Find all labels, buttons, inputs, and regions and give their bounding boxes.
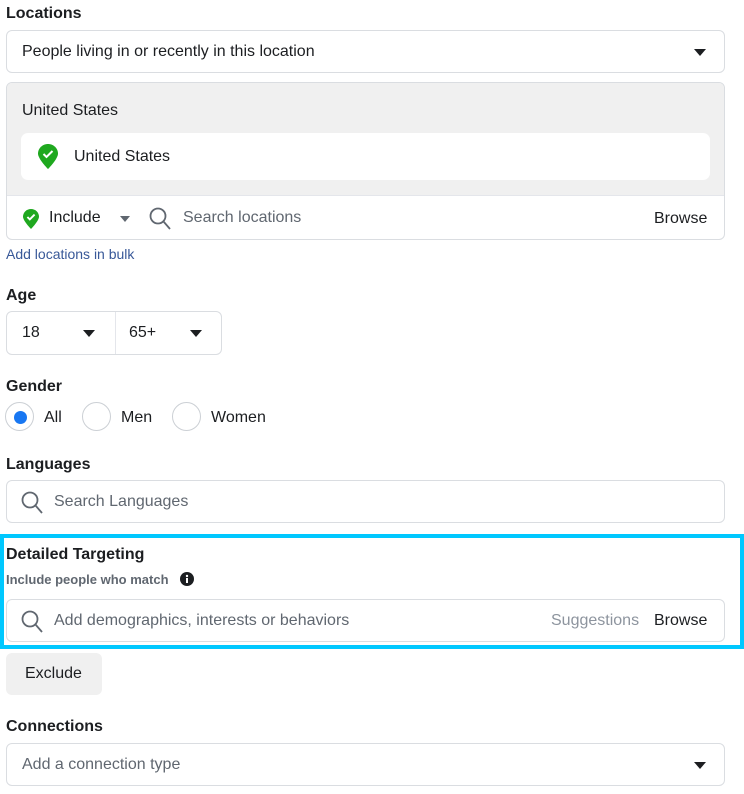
chevron-down-icon xyxy=(190,330,202,337)
gender-radio-women[interactable] xyxy=(172,402,201,431)
gender-option-women-label: Women xyxy=(211,409,266,426)
age-max-select[interactable]: 65+ xyxy=(116,312,222,354)
gender-option-all-label: All xyxy=(44,409,62,426)
detailed-targeting-search[interactable]: Add demographics, interests or behaviors… xyxy=(6,599,725,642)
chevron-down-icon xyxy=(694,762,706,769)
include-label: Include xyxy=(49,209,101,226)
chevron-down-icon xyxy=(83,330,95,337)
browse-locations-button[interactable]: Browse xyxy=(654,210,707,228)
exclude-button[interactable]: Exclude xyxy=(6,653,102,695)
age-range: 18 65+ xyxy=(6,311,222,355)
selected-location-item[interactable]: United States xyxy=(21,133,710,180)
languages-search[interactable]: Search Languages xyxy=(6,480,725,523)
chevron-down-icon xyxy=(694,49,706,56)
detailed-targeting-label: Detailed Targeting xyxy=(6,546,145,563)
location-group-title: United States xyxy=(22,102,119,119)
location-pin-check-icon xyxy=(23,209,39,229)
location-type-select[interactable]: People living in or recently in this loc… xyxy=(6,30,725,73)
connections-select[interactable]: Add a connection type xyxy=(6,743,725,786)
age-label: Age xyxy=(6,287,37,304)
detailed-targeting-input[interactable]: Add demographics, interests or behaviors xyxy=(54,612,349,630)
suggestions-button[interactable]: Suggestions xyxy=(551,612,639,630)
search-icon xyxy=(21,491,43,514)
detailed-targeting-sublabel: Include people who match xyxy=(6,572,169,587)
gender-radio-men[interactable] xyxy=(82,402,111,431)
locations-panel: United States United States Include Sear… xyxy=(6,82,725,240)
search-locations-input[interactable]: Search locations xyxy=(183,209,301,227)
connections-label: Connections xyxy=(6,718,103,735)
add-locations-bulk-link[interactable]: Add locations in bulk xyxy=(6,246,134,262)
location-type-value: People living in or recently in this loc… xyxy=(22,43,315,60)
search-icon xyxy=(21,610,43,633)
gender-option-men-label: Men xyxy=(121,409,153,426)
connections-placeholder: Add a connection type xyxy=(22,756,181,773)
gender-radio-all[interactable] xyxy=(5,402,34,431)
age-max-value: 65+ xyxy=(129,324,157,341)
location-pin-check-icon xyxy=(38,144,58,169)
locations-label: Locations xyxy=(6,5,82,22)
age-min-value: 18 xyxy=(22,324,40,341)
include-dropdown[interactable]: Include xyxy=(21,206,133,232)
chevron-down-icon xyxy=(120,216,130,222)
browse-targeting-button[interactable]: Browse xyxy=(654,612,707,630)
selected-location-name: United States xyxy=(74,148,171,165)
search-icon xyxy=(149,207,171,230)
age-min-select[interactable]: 18 xyxy=(7,312,115,354)
languages-label: Languages xyxy=(6,456,91,473)
languages-search-input[interactable]: Search Languages xyxy=(54,493,188,511)
exclude-button-label: Exclude xyxy=(25,665,82,682)
gender-label: Gender xyxy=(6,378,63,395)
info-icon[interactable] xyxy=(180,572,194,586)
